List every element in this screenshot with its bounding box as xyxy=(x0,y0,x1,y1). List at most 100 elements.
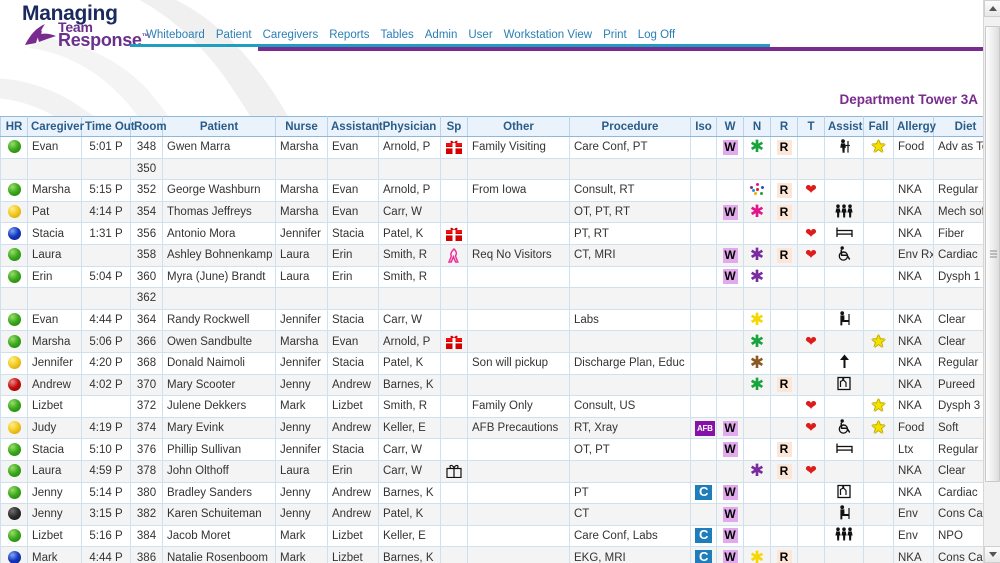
cell-caregiver[interactable]: Jenny xyxy=(27,481,82,505)
fall-risk-star-icon[interactable]: ★ xyxy=(871,420,886,437)
cell-physician[interactable]: Arnold, P xyxy=(378,136,441,159)
cell-allergy[interactable]: Food xyxy=(893,136,934,159)
cell-sp[interactable] xyxy=(440,373,468,397)
hr-status-dot-green[interactable] xyxy=(7,313,21,327)
cell-w[interactable] xyxy=(716,459,744,483)
cell-other[interactable] xyxy=(467,481,570,505)
hr-status-dot-green[interactable] xyxy=(7,485,21,499)
cell-fall[interactable] xyxy=(863,373,894,397)
cell-physician[interactable]: Barnes, K xyxy=(378,481,441,505)
cell-nurse[interactable]: Jenny xyxy=(275,373,328,397)
cell-w[interactable]: W xyxy=(716,243,744,267)
cell-patient[interactable] xyxy=(162,287,276,310)
table-row[interactable]: Stacia 1:31 P 356 Antonio Mora Jennifer Staci… xyxy=(0,222,990,245)
column-header-fall[interactable]: Fall xyxy=(863,116,894,137)
fall-risk-star-icon[interactable]: ★ xyxy=(871,139,886,156)
hr-status-dot-green[interactable] xyxy=(7,442,21,456)
cell-w[interactable] xyxy=(716,351,744,375)
telemetry-heart-icon[interactable]: ❤ xyxy=(805,421,817,435)
table-row[interactable]: Lizbet 5:16 P 384 Jacob Moret Mark Lizbet Kell… xyxy=(0,524,990,548)
cell-patient[interactable]: George Washburn xyxy=(162,179,276,202)
cell-allergy[interactable] xyxy=(893,287,934,310)
cell-other[interactable] xyxy=(467,308,570,332)
cell-physician[interactable]: Barnes, K xyxy=(378,546,441,563)
cell-diet[interactable]: Cardiac xyxy=(933,481,990,505)
cell-n[interactable]: ✱ xyxy=(743,308,771,332)
cell-patient[interactable]: Owen Sandbulte xyxy=(162,330,276,353)
cell-allergy[interactable]: NKA xyxy=(893,373,934,397)
cell-other[interactable]: Req No Visitors xyxy=(467,243,570,267)
telemetry-heart-icon[interactable]: ❤ xyxy=(805,335,817,349)
cell-t[interactable]: ❤ xyxy=(797,416,825,440)
nav-item-user[interactable]: User xyxy=(468,29,492,41)
telemetry-heart-icon[interactable]: ❤ xyxy=(805,183,817,197)
table-row[interactable]: Jenny 3:15 P 382 Karen Schuiteman Jenny Andre… xyxy=(0,503,990,526)
cell-assist[interactable] xyxy=(824,395,864,418)
cell-other[interactable]: Son will pickup xyxy=(467,351,570,375)
cell-hr[interactable] xyxy=(0,373,28,397)
cell-r[interactable]: R xyxy=(770,179,798,202)
cell-procedure[interactable]: CT, MRI xyxy=(569,243,691,267)
cell-fall[interactable] xyxy=(863,481,894,505)
weight-badge-w[interactable]: W xyxy=(722,139,738,155)
cell-t[interactable]: ❤ xyxy=(797,330,825,353)
awareness-ribbon-icon-pink[interactable] xyxy=(448,247,460,263)
cell-nurse[interactable]: Laura xyxy=(275,265,328,289)
weight-badge-w[interactable]: W xyxy=(722,247,738,263)
cell-diet[interactable] xyxy=(933,157,990,181)
weight-badge-w[interactable]: W xyxy=(722,442,738,458)
cell-room[interactable]: 348 xyxy=(130,136,163,159)
cell-allergy[interactable]: NKA xyxy=(893,308,934,332)
cell-nurse[interactable]: Jennifer xyxy=(275,222,328,245)
cell-patient[interactable]: Julene Dekkers xyxy=(162,395,276,418)
table-row[interactable]: Stacia 5:10 P 376 Phillip Sullivan Jennifer S… xyxy=(0,438,990,461)
cell-caregiver[interactable]: Laura xyxy=(27,459,82,483)
cell-n[interactable]: ✱ xyxy=(743,459,771,483)
cell-fall[interactable]: ★ xyxy=(863,395,894,418)
cell-nurse[interactable]: Marsha xyxy=(275,179,328,202)
cell-procedure[interactable] xyxy=(569,287,691,310)
cell-nurse[interactable]: Jennifer xyxy=(275,438,328,461)
cell-assistant[interactable]: Evan xyxy=(327,330,379,353)
cell-sp[interactable] xyxy=(440,200,468,224)
cell-nurse[interactable]: Jenny xyxy=(275,481,328,505)
cell-caregiver[interactable]: Evan xyxy=(27,308,82,332)
cell-assistant[interactable]: Stacia xyxy=(327,222,379,245)
table-row[interactable]: 362 xyxy=(0,287,990,310)
cell-physician[interactable]: Keller, E xyxy=(378,416,441,440)
cell-hr[interactable] xyxy=(0,351,28,375)
cell-sp[interactable] xyxy=(440,416,468,440)
cell-fall[interactable] xyxy=(863,157,894,181)
cell-iso[interactable] xyxy=(690,136,717,159)
cell-nurse[interactable]: Marsha xyxy=(275,136,328,159)
cell-room[interactable]: 380 xyxy=(130,481,163,505)
cell-diet[interactable]: Regular xyxy=(933,179,990,202)
cell-w[interactable] xyxy=(716,330,744,353)
cell-n[interactable] xyxy=(743,287,771,310)
cell-caregiver[interactable]: Stacia xyxy=(27,438,82,461)
hr-status-dot-green[interactable] xyxy=(7,140,21,154)
cell-hr[interactable] xyxy=(0,503,28,526)
cell-r[interactable] xyxy=(770,287,798,310)
cell-physician[interactable]: Smith, R xyxy=(378,243,441,267)
asterisk-icon-green[interactable]: ✱ xyxy=(750,139,764,156)
assist-icon-up-arrow[interactable] xyxy=(839,354,850,369)
assist-icon-bed-rail[interactable] xyxy=(837,484,851,499)
cell-physician[interactable]: Barnes, K xyxy=(378,373,441,397)
column-header-procedure[interactable]: Procedure xyxy=(569,116,691,137)
cell-assistant[interactable] xyxy=(327,157,379,181)
cell-diet[interactable] xyxy=(933,287,990,310)
cell-fall[interactable] xyxy=(863,503,894,526)
cell-n[interactable] xyxy=(743,438,771,461)
cell-patient[interactable]: Mary Evink xyxy=(162,416,276,440)
cell-t[interactable] xyxy=(797,438,825,461)
column-header-n[interactable]: N xyxy=(743,116,771,137)
table-row[interactable]: Marsha 5:06 P 366 Owen Sandbulte Marsha Evan A… xyxy=(0,330,990,353)
cell-assist[interactable] xyxy=(824,459,864,483)
cell-physician[interactable]: Arnold, P xyxy=(378,179,441,202)
cell-fall[interactable]: ★ xyxy=(863,330,894,353)
cell-hr[interactable] xyxy=(0,243,28,267)
cell-allergy[interactable]: Env Rx xyxy=(893,243,934,267)
hr-status-dot-yellow[interactable] xyxy=(7,356,21,370)
cell-time-out[interactable]: 5:15 P xyxy=(81,179,131,202)
